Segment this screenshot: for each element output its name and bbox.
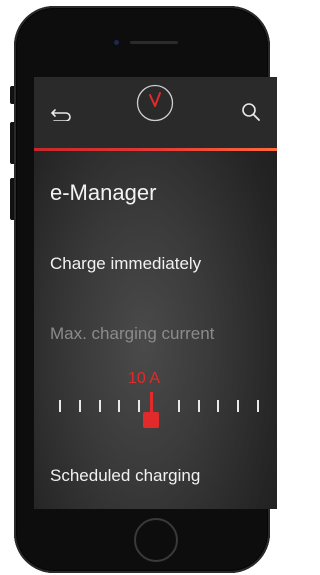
volume-up-button [10,122,14,164]
back-arrow-icon[interactable] [51,107,71,121]
current-slider[interactable] [57,392,263,432]
slider-tick [118,400,121,412]
screen [34,77,277,509]
slider-tick [257,400,259,412]
slider-tick [78,400,81,412]
slider-thumb[interactable] [143,412,159,428]
slider-tick [138,400,141,412]
charge-immediately-item[interactable]: Charge immediately [50,254,201,274]
front-camera [114,40,119,45]
search-icon[interactable] [241,102,261,122]
top-bar [34,77,277,148]
slider-tick [237,400,240,412]
clock-icon[interactable] [136,84,174,122]
scheduled-charging-item[interactable]: Scheduled charging [50,466,200,486]
slider-indicator [150,392,153,414]
home-button[interactable] [134,518,178,562]
slider-tick [217,400,220,412]
volume-down-button [10,178,14,220]
accent-divider [34,148,277,151]
slider-tick [98,400,101,412]
slider-tick [197,400,200,412]
mute-switch [10,86,14,104]
slider-tick [177,400,180,412]
page-title: e-Manager [50,180,157,205]
max-charging-current-label: Max. charging current [50,324,215,343]
earpiece-speaker [130,41,178,44]
slider-tick [59,400,61,412]
current-value-label: 10 A [128,370,161,387]
